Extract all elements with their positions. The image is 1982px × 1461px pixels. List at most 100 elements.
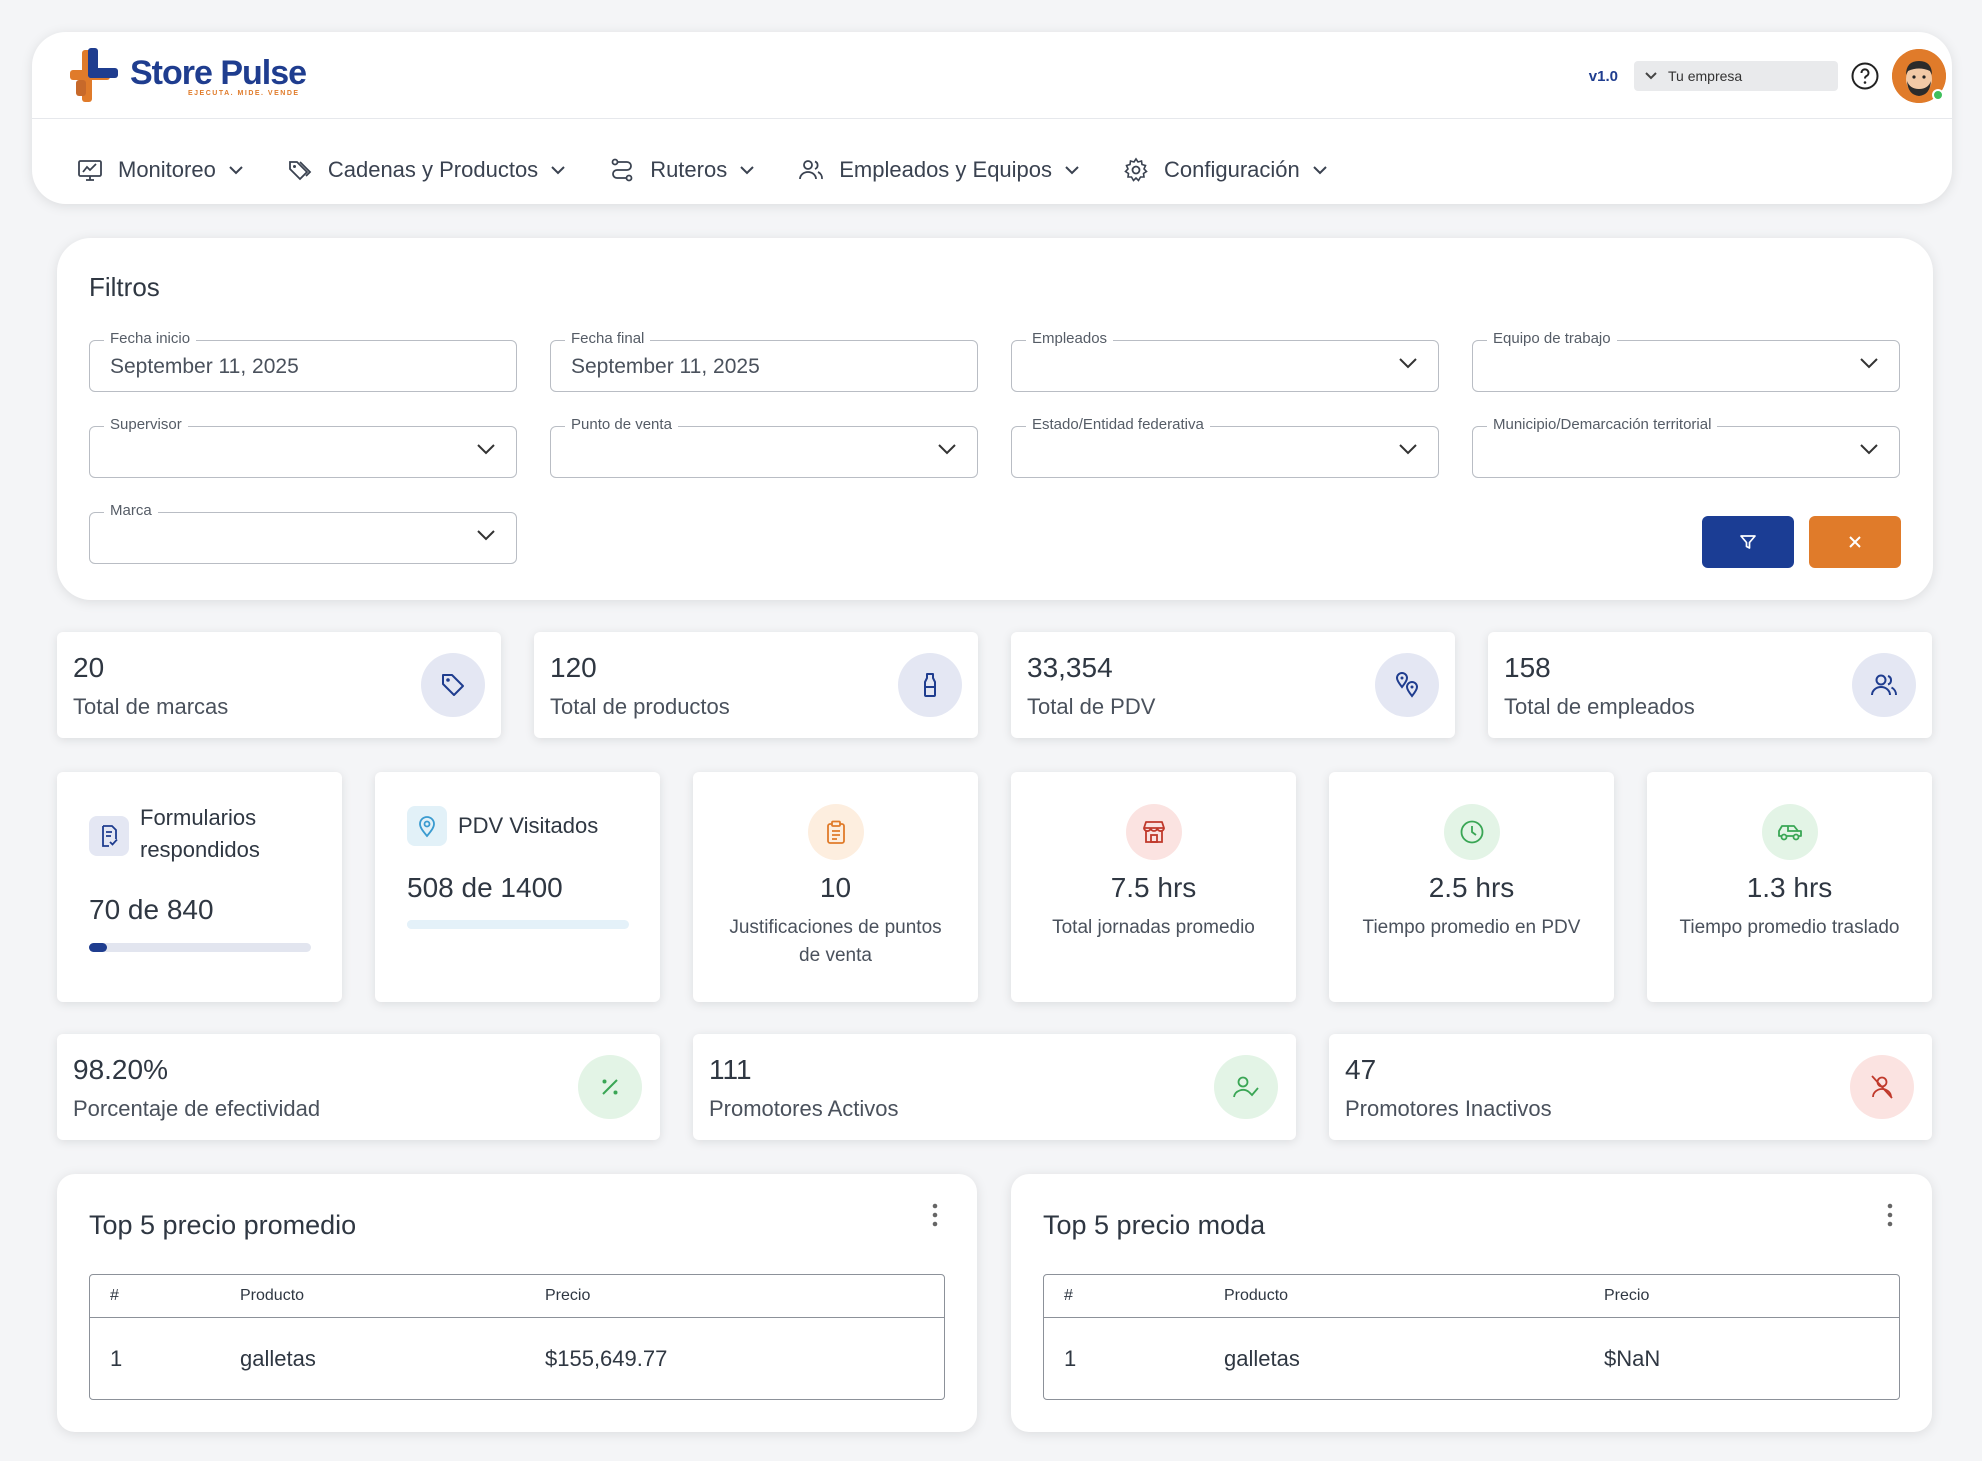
employees-select[interactable]: Empleados	[1011, 330, 1439, 392]
stat-value: 33,354	[1027, 652, 1113, 683]
stat-label: Total de PDV	[1027, 694, 1156, 719]
avg-workday-card: 7.5 hrs Total jornadas promedio	[1011, 772, 1296, 1002]
pdv-visited-title: PDV Visitados	[458, 813, 599, 838]
supervisor-select[interactable]: Supervisor	[89, 416, 517, 478]
chevron-down-icon	[1399, 444, 1417, 455]
field-label: Fecha final	[565, 330, 651, 347]
more-options-icon[interactable]	[931, 1202, 939, 1228]
nav-item-label: Ruteros	[650, 157, 728, 182]
apply-filter-button[interactable]	[1702, 516, 1794, 568]
work-team-select[interactable]: Equipo de trabajo	[1472, 330, 1900, 392]
point-of-sale-select[interactable]: Punto de venta	[550, 416, 978, 478]
nav-item-ruteros[interactable]: Ruteros	[608, 156, 755, 184]
company-select-value: Tu empresa	[1668, 68, 1743, 84]
municipality-select[interactable]: Municipio/Demarcación territorial	[1472, 416, 1900, 478]
top-mode-price-table: # Producto Precio 1 galletas $NaN	[1043, 1274, 1900, 1400]
user-off-icon	[1850, 1055, 1914, 1119]
field-label: Marca	[104, 502, 158, 519]
card-title: Top 5 precio promedio	[89, 1210, 357, 1240]
chevron-down-icon	[477, 530, 495, 541]
pdv-visited-card: PDV Visitados 508 de 1400	[375, 772, 660, 1002]
nav-item-label: Monitoreo	[118, 157, 216, 182]
gear-icon	[1124, 157, 1148, 182]
effectiveness-card: 98.20% Porcentaje de efectividad	[57, 1034, 660, 1140]
table-header: # Producto Precio	[90, 1275, 944, 1318]
metric-label: Tiempo promedio en PDV	[1362, 917, 1581, 938]
metric-value: 7.5 hrs	[1110, 872, 1197, 903]
start-date-field[interactable]: Fecha inicio September 11, 2025	[89, 330, 517, 392]
online-status-dot	[1932, 89, 1944, 101]
metric-label: Total jornadas promedio	[1052, 917, 1255, 938]
logo-name: Store Pulse	[130, 53, 307, 92]
filters-panel: Filtros Fecha inicio September 11, 2025 …	[57, 238, 1933, 600]
percent-icon	[578, 1055, 642, 1119]
avg-time-pdv-card: 2.5 hrs Tiempo promedio en PDV	[1329, 772, 1614, 1002]
chevron-down-icon	[551, 166, 565, 175]
store-icon	[1125, 804, 1182, 860]
forms-answered-card: Formularios respondidos 70 de 840	[57, 772, 342, 1002]
column-header: Producto	[1224, 1287, 1289, 1304]
chevron-down-icon	[1860, 444, 1878, 455]
total-products-card: 120 Total de productos	[534, 632, 978, 738]
table-header: # Producto Precio	[1044, 1275, 1899, 1318]
more-options-icon[interactable]	[1886, 1202, 1894, 1228]
filter-icon	[1740, 535, 1756, 549]
end-date-field[interactable]: Fecha final September 11, 2025	[550, 330, 978, 392]
stat-value: 47	[1345, 1054, 1377, 1085]
nav-item-monitoreo[interactable]: Monitoreo	[76, 156, 244, 184]
header-divider	[32, 118, 1952, 119]
top-avg-price-card: Top 5 precio promedio # Producto Precio …	[57, 1174, 977, 1432]
stat-value: 158	[1504, 652, 1551, 683]
users-icon	[799, 160, 824, 180]
field-label: Supervisor	[104, 416, 188, 433]
stat-label: Promotores Inactivos	[1345, 1096, 1552, 1121]
table-row[interactable]: 1 galletas $NaN	[1044, 1318, 1899, 1400]
stat-value: 111	[709, 1054, 752, 1085]
route-icon	[611, 158, 633, 182]
nav-item-label: Empleados y Equipos	[839, 157, 1053, 182]
chevron-down-icon	[740, 166, 754, 175]
clear-filter-button[interactable]	[1809, 516, 1901, 568]
nav-item-label: Cadenas y Productos	[327, 157, 539, 182]
map-pins-icon	[1375, 653, 1439, 717]
field-label: Estado/Entidad federativa	[1026, 416, 1210, 433]
chevron-down-icon	[1399, 358, 1417, 369]
nav-item-cadenas-productos[interactable]: Cadenas y Productos	[286, 156, 566, 184]
nav-item-empleados-equipos[interactable]: Empleados y Equipos	[797, 156, 1080, 184]
table-cell: 1	[1064, 1346, 1077, 1371]
metric-label: Tiempo promedio traslado	[1679, 917, 1900, 938]
company-select[interactable]: Tu empresa	[1634, 61, 1838, 91]
metric-label: Justificaciones de puntos de venta	[729, 917, 942, 966]
logo-tagline: EJECUTA. MIDE. VENDE	[188, 89, 300, 97]
help-icon[interactable]	[1850, 61, 1880, 91]
state-select[interactable]: Estado/Entidad federativa	[1011, 416, 1439, 478]
brand-select[interactable]: Marca	[89, 502, 517, 564]
active-promoters-card: 111 Promotores Activos	[693, 1034, 1296, 1140]
stat-label: Total de productos	[550, 694, 730, 719]
main-nav: Monitoreo Cadenas y Productos Ruteros Em…	[76, 150, 1370, 190]
clock-icon	[1443, 804, 1500, 860]
user-avatar[interactable]	[1892, 49, 1946, 103]
column-header: Precio	[545, 1287, 591, 1304]
table-row[interactable]: 1 galletas $155,649.77	[90, 1318, 944, 1400]
close-icon	[1849, 536, 1861, 548]
table-cell: $NaN	[1604, 1346, 1661, 1371]
stat-value: 98.20%	[73, 1054, 168, 1085]
stat-label: Total de empleados	[1504, 694, 1695, 719]
metric-value: 2.5 hrs	[1428, 872, 1515, 903]
forms-progress-track	[89, 943, 311, 952]
metric-value: 1.3 hrs	[1746, 872, 1833, 903]
stat-label: Total de marcas	[73, 694, 229, 719]
column-header: Producto	[240, 1287, 305, 1304]
filters-title: Filtros	[89, 272, 160, 302]
chevron-down-icon	[1313, 166, 1327, 175]
field-label: Empleados	[1026, 330, 1114, 347]
table-cell: 1	[110, 1346, 123, 1371]
top-avg-price-table: # Producto Precio 1 galletas $155,649.77	[89, 1274, 945, 1400]
column-header: Precio	[1604, 1287, 1650, 1304]
store-pulse-logo[interactable]: Store Pulse EJECUTA. MIDE. VENDE	[68, 44, 307, 108]
inactive-promoters-card: 47 Promotores Inactivos	[1329, 1034, 1932, 1140]
user-check-icon	[1214, 1055, 1278, 1119]
nav-item-configuracion[interactable]: Configuración	[1122, 156, 1328, 184]
field-label: Fecha inicio	[104, 330, 197, 347]
